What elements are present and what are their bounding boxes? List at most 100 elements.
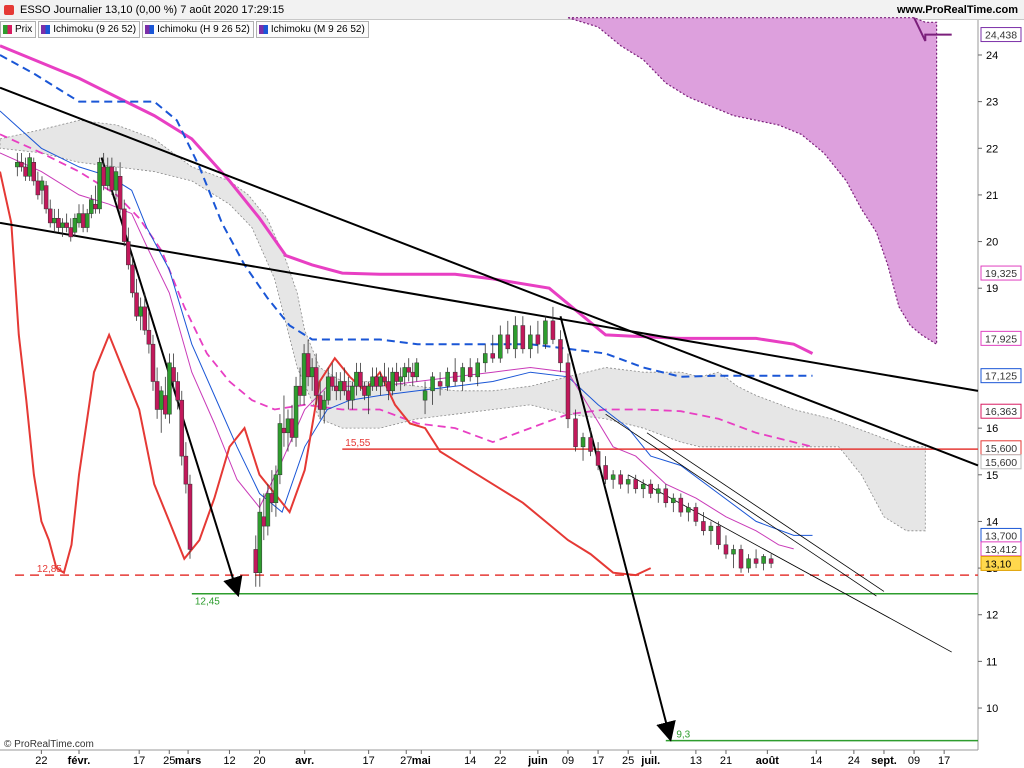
candle-body — [701, 521, 706, 532]
candle-body — [97, 162, 102, 210]
candle-body — [342, 381, 347, 392]
candle-body — [56, 217, 61, 228]
ichimoku-swatch-icon — [258, 25, 268, 34]
candle-body — [406, 367, 411, 373]
candle-body — [716, 525, 721, 546]
candle-body — [64, 222, 69, 228]
x-tick-label: 12 — [223, 755, 235, 767]
price-badge-label: 16,363 — [985, 406, 1017, 418]
candle-body — [708, 525, 714, 532]
candle-body — [338, 381, 343, 392]
x-tick-label: 14 — [464, 755, 476, 767]
level-label: 9,3 — [676, 730, 690, 741]
x-tick-label: 13 — [690, 755, 702, 767]
candle-body — [358, 371, 363, 387]
x-tick-label: juil. — [640, 755, 660, 767]
candle-body — [410, 371, 416, 378]
candle-body — [610, 474, 616, 480]
y-tick-label: 19 — [986, 283, 998, 295]
x-tick-label: 09 — [562, 755, 574, 767]
candle-body — [273, 474, 279, 504]
candle-body — [93, 203, 98, 210]
price-badge: 17,925 — [980, 330, 1022, 346]
candle-body — [382, 376, 387, 382]
candle-body — [398, 376, 403, 382]
candle-body — [142, 306, 148, 331]
price-badge-label: 15,600 — [985, 443, 1017, 455]
price-badge-label: 17,925 — [985, 333, 1017, 345]
candle-body — [366, 385, 371, 396]
candle-body — [117, 176, 123, 210]
candle-body — [513, 325, 518, 350]
candle-body — [35, 180, 41, 196]
candle-body — [618, 474, 623, 485]
candle-body — [130, 264, 135, 294]
candle-body — [134, 292, 139, 317]
candle-body — [183, 455, 189, 485]
candle-body — [656, 488, 661, 494]
candle-body — [535, 334, 541, 345]
price-badge: 19,325 — [980, 265, 1022, 281]
candle-body — [171, 367, 176, 382]
candle-body — [378, 376, 383, 387]
candle-body — [678, 497, 684, 513]
candle-body — [101, 166, 106, 186]
candle-body — [374, 376, 379, 387]
candle-body — [543, 320, 548, 345]
candle-body — [253, 549, 259, 573]
x-tick-label: 17 — [133, 755, 145, 767]
candle-body — [265, 493, 271, 527]
candle-body — [693, 507, 699, 522]
candle-body — [422, 390, 428, 401]
candle-body — [330, 376, 335, 387]
candle-body — [640, 483, 646, 490]
candle-body — [325, 376, 331, 401]
candle-body — [761, 556, 766, 564]
candle-body — [346, 390, 351, 401]
candle-body — [89, 199, 94, 214]
legend-item-ichimoku-monthly[interactable]: Ichimoku (M 9 26 52) — [255, 21, 369, 38]
candle-body — [588, 437, 593, 452]
x-tick-label: août — [756, 755, 780, 767]
price-badge: 16,363 — [980, 403, 1022, 419]
candle-body — [350, 385, 355, 401]
candle-body — [595, 451, 601, 466]
price-badge-label: 19,325 — [985, 268, 1017, 280]
legend-item-ichimoku-daily[interactable]: Ichimoku (9 26 52) — [38, 21, 141, 38]
candle-body — [738, 549, 744, 569]
candle-body — [731, 549, 736, 555]
candle-body — [39, 180, 45, 191]
candle-body — [414, 362, 420, 378]
legend-item-price[interactable]: Prix — [0, 21, 37, 38]
candle-body — [498, 334, 503, 359]
candle-body — [19, 162, 24, 168]
candle-body — [297, 385, 303, 396]
legend-item-ichimoku-weekly[interactable]: Ichimoku (H 9 26 52) — [142, 21, 254, 38]
candle-body — [43, 185, 49, 210]
candle-body — [109, 166, 115, 191]
level-label: 12,85 — [37, 564, 62, 575]
ichimoku-swatch-icon — [145, 25, 155, 34]
candle-body — [394, 371, 399, 382]
x-tick-label: 17 — [592, 755, 604, 767]
x-tick-label: 27 — [400, 755, 412, 767]
candle-body — [257, 511, 263, 573]
x-tick-label: mars — [175, 755, 201, 767]
price-badge: 17,125 — [980, 368, 1022, 384]
price-badge: 15,600 — [980, 440, 1022, 456]
copyright: © ProRealTime.com — [4, 739, 94, 750]
candle-body — [490, 353, 496, 359]
candle-body — [175, 381, 180, 401]
x-tick-label: 17 — [363, 755, 375, 767]
candle-body — [753, 558, 759, 564]
price-badge: 15,600 — [980, 454, 1022, 470]
price-chart[interactable]: 15,55 12,85 12,45 9,3 10 11 12 13 14 15 16 19 20 21 22… — [0, 0, 1024, 768]
candle-body — [305, 353, 311, 378]
candle-body — [277, 423, 283, 476]
candle-body — [452, 371, 458, 382]
candle-body — [686, 507, 691, 513]
candle-body — [580, 437, 586, 448]
candle-body — [84, 213, 90, 228]
candle-body — [313, 367, 319, 396]
y-tick-label: 24 — [986, 50, 998, 62]
